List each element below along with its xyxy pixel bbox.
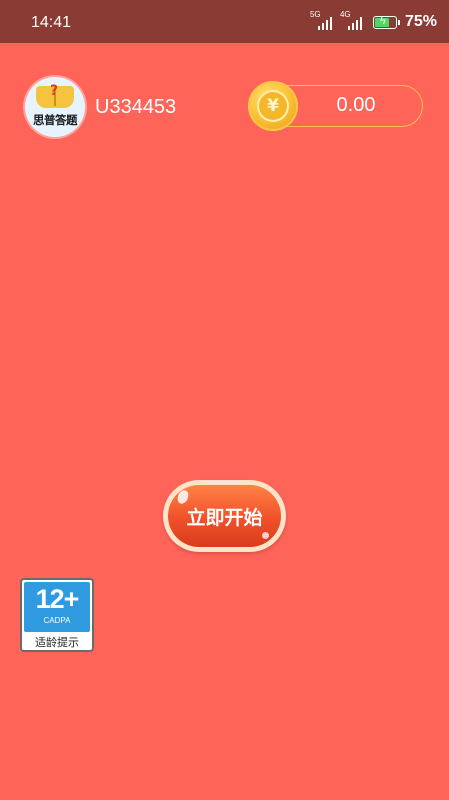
- coin-icon: ¥: [248, 81, 298, 131]
- start-button-label: 立即开始: [186, 506, 263, 529]
- age-rating-value: 12+: [35, 584, 80, 614]
- status-icons: 5G 4G ϟ 75%: [310, 11, 437, 32]
- start-button[interactable]: 立即开始: [163, 480, 286, 552]
- signal-5g-icon: 5G: [310, 11, 336, 32]
- age-rating-org: CADPA: [43, 616, 71, 625]
- app-logo-text: 思普答题: [33, 113, 78, 127]
- age-rating-tip: 适龄提示: [35, 636, 79, 649]
- battery-percent: 75%: [404, 13, 437, 30]
- app-logo-avatar[interactable]: ? 思普答题: [25, 77, 85, 137]
- signal-4g-icon: 4G: [340, 11, 366, 32]
- balance-value: 0.00: [336, 94, 376, 116]
- user-id: U334453: [95, 96, 177, 118]
- status-bar: 14:41 5G 4G ϟ 75%: [0, 0, 449, 43]
- status-time: 14:41: [31, 14, 72, 31]
- battery-icon: ϟ: [372, 15, 400, 29]
- age-rating-badge[interactable]: 12+ CADPA 适龄提示: [20, 578, 94, 652]
